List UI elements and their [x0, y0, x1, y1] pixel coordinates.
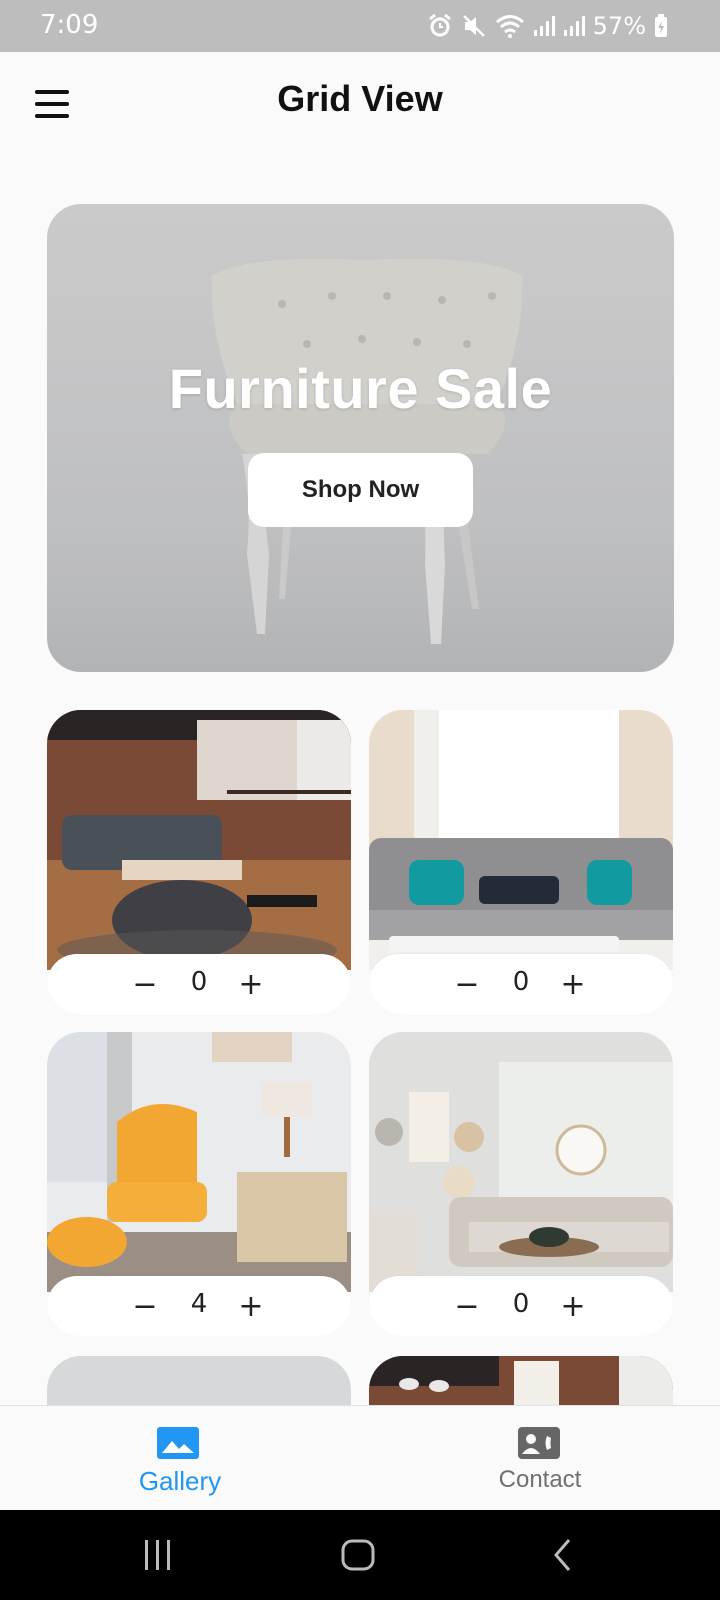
product-card[interactable]: − 4 +: [47, 1032, 351, 1336]
home-icon[interactable]: [340, 1532, 378, 1578]
quantity-value: 0: [512, 967, 530, 997]
quantity-value: 0: [512, 1289, 530, 1319]
nav-tab-gallery[interactable]: Gallery: [0, 1406, 360, 1511]
quantity-stepper: − 0 +: [369, 1276, 673, 1336]
increment-button[interactable]: +: [547, 1280, 599, 1332]
product-image: [47, 1032, 351, 1292]
decrement-button[interactable]: −: [441, 1280, 493, 1332]
quantity-stepper: − 0 +: [47, 954, 351, 1014]
status-bar: 7:09 57%: [0, 0, 720, 52]
quantity-value: 4: [190, 1289, 208, 1319]
status-icons: 57%: [427, 12, 668, 40]
hero-banner: Furniture Sale Shop Now: [47, 204, 674, 672]
back-icon[interactable]: [548, 1532, 578, 1578]
alarm-icon: [428, 13, 451, 37]
decrement-button[interactable]: −: [441, 958, 493, 1010]
quantity-value: 0: [190, 967, 208, 997]
gallery-icon: [157, 1427, 199, 1459]
quantity-stepper: − 0 +: [369, 954, 673, 1014]
product-image: [369, 1032, 673, 1292]
product-card[interactable]: − 0 +: [369, 710, 673, 1014]
product-image: [369, 710, 673, 970]
battery-charging-icon: [655, 14, 667, 37]
shop-now-button[interactable]: Shop Now: [248, 453, 473, 527]
hero-chair-image: [47, 204, 674, 672]
status-time: 7:09: [40, 10, 99, 40]
signal-icon-2: [563, 16, 585, 36]
product-card[interactable]: − 0 +: [47, 710, 351, 1014]
contact-card-icon: [518, 1427, 560, 1459]
signal-icon: [533, 16, 555, 36]
system-nav-bar: [0, 1510, 720, 1600]
recent-apps-icon[interactable]: [140, 1532, 176, 1578]
nav-label-gallery: Gallery: [138, 1466, 222, 1496]
nav-tab-contact[interactable]: Contact: [360, 1406, 720, 1511]
decrement-button[interactable]: −: [119, 1280, 171, 1332]
bottom-nav: Gallery Contact: [0, 1405, 720, 1511]
increment-button[interactable]: +: [225, 958, 277, 1010]
nav-label-contact: Contact: [498, 1466, 582, 1493]
increment-button[interactable]: +: [225, 1280, 277, 1332]
decrement-button[interactable]: −: [119, 958, 171, 1010]
quantity-stepper: − 4 +: [47, 1276, 351, 1336]
app-bar: Grid View: [0, 52, 720, 156]
battery-percentage: 57%: [592, 12, 646, 40]
mute-icon: [462, 15, 485, 37]
wifi-icon: [495, 15, 524, 38]
product-card[interactable]: − 0 +: [369, 1032, 673, 1336]
hero-title: Furniture Sale: [168, 357, 553, 420]
increment-button[interactable]: +: [547, 958, 599, 1010]
page-title: Grid View: [277, 78, 443, 119]
product-image: [47, 710, 351, 970]
